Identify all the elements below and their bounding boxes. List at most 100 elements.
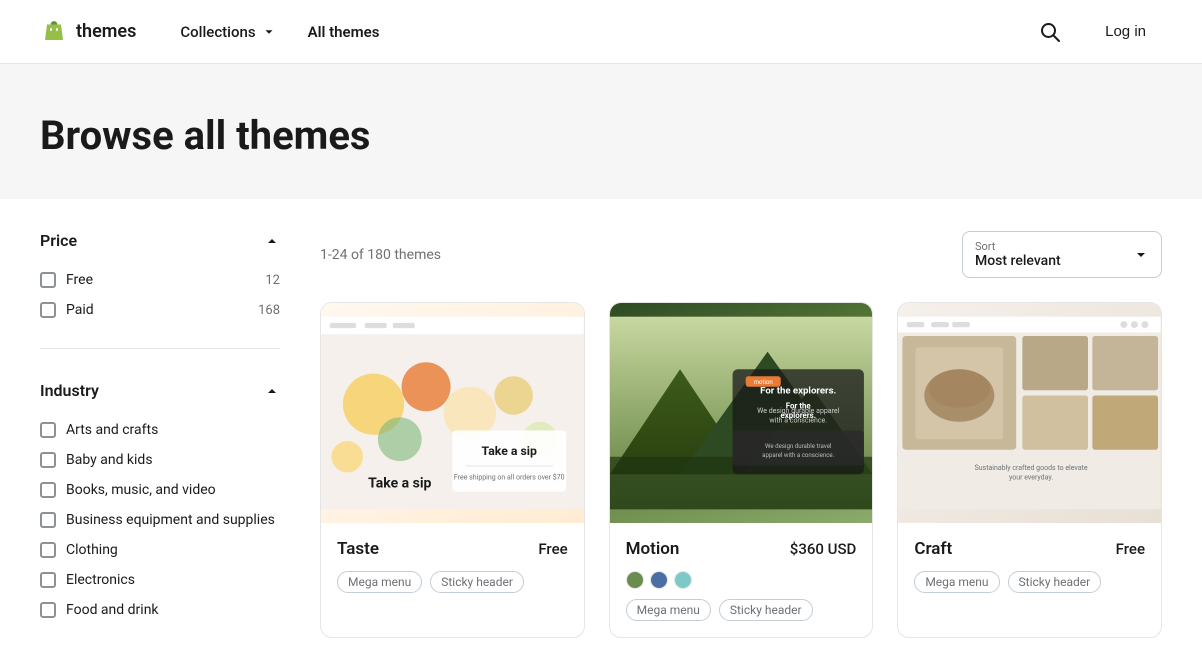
theme-title-row-taste: Taste Free — [337, 539, 568, 559]
price-chevron-icon — [264, 233, 280, 249]
collections-chevron-icon — [262, 25, 276, 39]
svg-text:For the explorers.: For the explorers. — [760, 386, 836, 397]
industry-books-checkbox[interactable] — [40, 482, 56, 498]
svg-text:explorers.: explorers. — [780, 411, 816, 420]
industry-filter-section: Industry Arts and crafts Baby and kids — [40, 373, 280, 624]
theme-image-craft: Sustainably crafted goods to elevate you… — [898, 303, 1161, 523]
theme-card-craft[interactable]: Sustainably crafted goods to elevate you… — [897, 302, 1162, 638]
logo-text: themes — [76, 21, 136, 42]
theme-tag-sticky-header: Sticky header — [430, 571, 524, 593]
results-top-bar: 1-24 of 180 themes Sort Most relevant — [320, 231, 1162, 278]
industry-baby-kids-checkbox[interactable] — [40, 452, 56, 468]
sort-label: Sort — [975, 240, 1121, 253]
price-free-label: Free — [66, 272, 93, 288]
price-paid-item: Paid 168 — [40, 296, 280, 324]
price-free-count: 12 — [265, 273, 280, 288]
craft-preview-svg: Sustainably crafted goods to elevate you… — [898, 303, 1161, 523]
shopify-logo-icon — [40, 18, 68, 46]
theme-info-taste: Taste Free Mega menu Sticky header — [321, 523, 584, 609]
industry-filter-title: Industry — [40, 381, 99, 400]
theme-tags-craft: Mega menu Sticky header — [914, 571, 1145, 593]
nav-links: Collections All themes — [168, 15, 391, 49]
industry-baby-kids-label: Baby and kids — [66, 452, 153, 468]
search-icon — [1039, 21, 1061, 43]
industry-business-checkbox[interactable] — [40, 512, 56, 528]
swatch-teal — [674, 571, 692, 589]
swatch-blue — [650, 571, 668, 589]
price-paid-checkbox[interactable] — [40, 302, 56, 318]
industry-arts-crafts-item: Arts and crafts — [40, 416, 280, 444]
price-paid-count: 168 — [258, 303, 280, 318]
price-filter-title: Price — [40, 231, 77, 250]
sort-value: Most relevant — [975, 253, 1121, 269]
industry-clothing-item: Clothing — [40, 536, 280, 564]
svg-text:Take a sip: Take a sip — [482, 444, 537, 458]
theme-name-craft: Craft — [914, 539, 952, 559]
all-themes-nav-link[interactable]: All themes — [296, 15, 392, 49]
industry-baby-kids-item: Baby and kids — [40, 446, 280, 474]
industry-filter-header[interactable]: Industry — [40, 381, 280, 416]
nav-left: themes Collections All themes — [40, 15, 391, 49]
results-area: 1-24 of 180 themes Sort Most relevant — [320, 231, 1162, 638]
svg-text:Free shipping on all orders ov: Free shipping on all orders over $70 — [454, 474, 565, 482]
page-title: Browse all themes — [40, 112, 1162, 159]
price-paid-label: Paid — [66, 302, 94, 318]
theme-name-taste: Taste — [337, 539, 379, 559]
industry-clothing-checkbox[interactable] — [40, 542, 56, 558]
svg-text:motion: motion — [753, 379, 772, 386]
theme-title-row-craft: Craft Free — [914, 539, 1145, 559]
industry-business-label: Business equipment and supplies — [66, 512, 275, 528]
theme-name-motion: Motion — [626, 539, 680, 559]
theme-card-motion[interactable]: For the explorers. We design durable app… — [609, 302, 874, 638]
industry-electronics-checkbox[interactable] — [40, 572, 56, 588]
theme-tag-mega-menu-motion: Mega menu — [626, 599, 711, 621]
collections-nav-link[interactable]: Collections — [168, 15, 287, 49]
price-free-item: Free 12 — [40, 266, 280, 294]
industry-filter-items: Arts and crafts Baby and kids Books, mus… — [40, 416, 280, 624]
svg-text:For the: For the — [785, 402, 811, 411]
logo-link[interactable]: themes — [40, 18, 136, 46]
theme-price-taste: Free — [538, 540, 567, 558]
hero-section: Browse all themes — [0, 64, 1202, 199]
industry-food-drink-checkbox[interactable] — [40, 602, 56, 618]
industry-books-item: Books, music, and video — [40, 476, 280, 504]
theme-price-craft: Free — [1116, 540, 1145, 558]
theme-card-taste[interactable]: Take a sip Free shipping on all orders o… — [320, 302, 585, 638]
industry-chevron-icon — [264, 383, 280, 399]
svg-text:apparel with a conscience.: apparel with a conscience. — [762, 452, 834, 459]
theme-image-taste: Take a sip Free shipping on all orders o… — [321, 303, 584, 523]
industry-arts-crafts-checkbox[interactable] — [40, 422, 56, 438]
industry-food-drink-item: Food and drink — [40, 596, 280, 624]
industry-clothing-label: Clothing — [66, 542, 118, 558]
motion-preview-svg: For the explorers. We design durable app… — [610, 303, 873, 523]
theme-image-motion: For the explorers. We design durable app… — [610, 303, 873, 523]
industry-food-drink-label: Food and drink — [66, 602, 159, 618]
industry-books-label: Books, music, and video — [66, 482, 216, 498]
results-count: 1-24 of 180 themes — [320, 247, 441, 263]
sort-dropdown[interactable]: Sort Most relevant — [962, 231, 1162, 278]
industry-arts-crafts-label: Arts and crafts — [66, 422, 158, 438]
price-free-checkbox[interactable] — [40, 272, 56, 288]
svg-text:Sustainably crafted goods to e: Sustainably crafted goods to elevate — [975, 464, 1088, 472]
theme-info-craft: Craft Free Mega menu Sticky header — [898, 523, 1161, 609]
svg-text:Take a sip: Take a sip — [368, 475, 431, 491]
motion-swatches — [626, 571, 857, 589]
main-content: Price Free 12 Paid — [0, 199, 1202, 670]
price-filter-items: Free 12 Paid 168 — [40, 266, 280, 324]
swatch-green — [626, 571, 644, 589]
nav-right: Log in — [1035, 15, 1162, 48]
search-button[interactable] — [1035, 17, 1065, 47]
theme-info-motion: Motion $360 USD Mega menu Sticky header — [610, 523, 873, 637]
price-filter-header[interactable]: Price — [40, 231, 280, 266]
theme-title-row-motion: Motion $360 USD — [626, 539, 857, 559]
login-button[interactable]: Log in — [1089, 15, 1162, 48]
svg-text:your everyday.: your everyday. — [1009, 474, 1053, 482]
main-nav: themes Collections All themes Log in — [0, 0, 1202, 64]
theme-tag-sticky-header-motion: Sticky header — [719, 599, 813, 621]
svg-text:We design durable travel: We design durable travel — [765, 443, 832, 450]
taste-preview-svg: Take a sip Free shipping on all orders o… — [321, 303, 584, 523]
theme-tag-mega-menu-craft: Mega menu — [914, 571, 999, 593]
industry-business-item: Business equipment and supplies — [40, 506, 280, 534]
price-filter-section: Price Free 12 Paid — [40, 231, 280, 349]
sort-chevron-icon — [1133, 247, 1149, 263]
